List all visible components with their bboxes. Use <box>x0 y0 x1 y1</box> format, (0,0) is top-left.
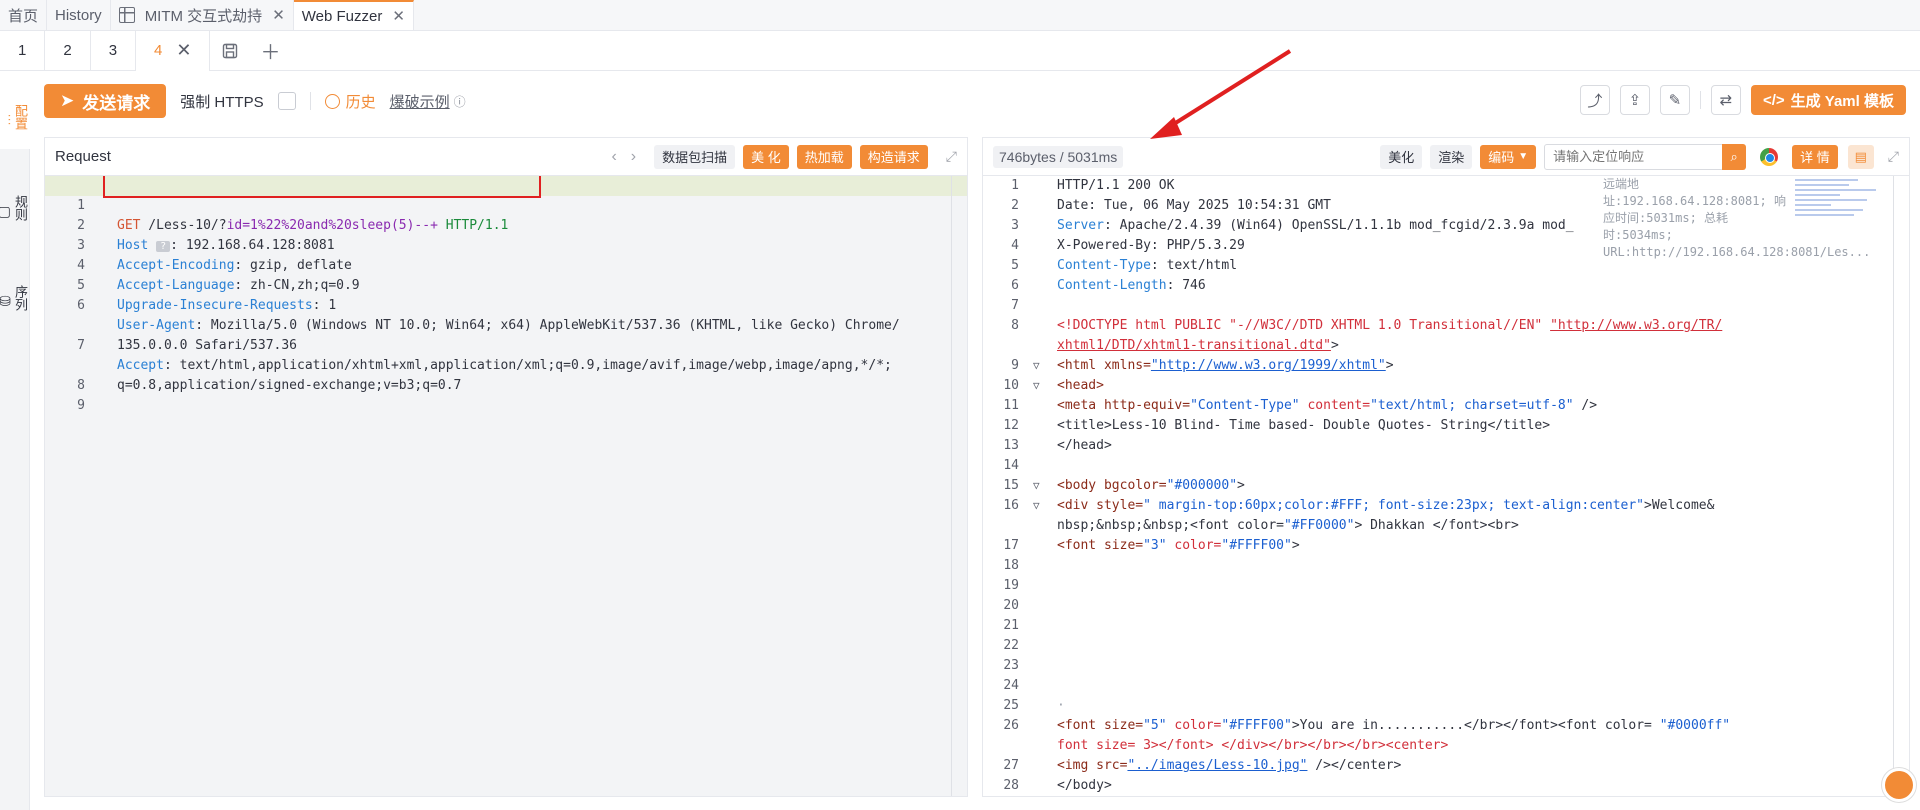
response-panel: 746bytes / 5031ms 美化 渲染 编码▼ ⌕ 详 情 ▤ ⤢ 12… <box>982 137 1910 797</box>
database-icon: ⛁ <box>0 292 11 309</box>
code-line: 5 Upgrade-Insecure-Requests: 1 <box>77 278 337 313</box>
tab-web-fuzzer[interactable]: Web Fuzzer ✕ <box>293 0 414 30</box>
response-stats: 746bytes / 5031ms <box>993 145 1124 168</box>
edit-icon[interactable]: ✎ <box>1659 85 1690 115</box>
beautify-button[interactable]: 美 化 <box>743 144 789 169</box>
packet-scan-button[interactable]: 数据包扫描 <box>654 144 736 169</box>
line-number: 21 <box>1003 618 1019 633</box>
scrollbar[interactable] <box>1893 176 1909 796</box>
chevron-left-icon[interactable]: ‹ <box>611 148 616 166</box>
mascot-icon[interactable] <box>1882 768 1916 802</box>
chrome-icon[interactable] <box>1760 147 1779 166</box>
request-editor[interactable]: 1 GET /Less-10/?id=1%22%20and%20sleep(5)… <box>45 176 967 796</box>
highlight-box <box>103 176 541 198</box>
close-icon[interactable]: ✕ <box>272 6 285 24</box>
scrollbar[interactable] <box>951 176 967 796</box>
sidebar-item-rules[interactable]: 规则 ▢ <box>0 163 30 243</box>
line-number: 19 <box>1003 578 1019 593</box>
side-panel: 配置 ⫶ 规则 ▢ 序列 ⛁ <box>0 71 30 810</box>
search-icon[interactable]: ⌕ <box>1722 143 1747 170</box>
help-icon[interactable]: ⓘ <box>454 93 466 110</box>
close-icon[interactable]: ✕ <box>176 40 191 61</box>
chevron-right-icon[interactable]: › <box>631 148 636 166</box>
response-editor[interactable]: 1 2 3 4 5 6 7 8 9 10 11 12 13 14 15 16 17 18 19 20 21 22 23 24 2… <box>983 176 1909 796</box>
tab-history[interactable]: History <box>47 0 111 30</box>
chevron-down-icon[interactable]: ▽ <box>1033 356 1040 376</box>
subtab-3[interactable]: 3 <box>91 30 137 71</box>
top-tab-bar: 首页 History MITM 交互式劫持 ✕ Web Fuzzer ✕ <box>0 0 1920 31</box>
fullscreen-icon[interactable]: ⤢ <box>946 148 957 165</box>
code-line: 7 Accept: text/html,application/xhtml+xm… <box>77 338 892 373</box>
brute-example-link[interactable]: 爆破示例 <box>390 91 450 112</box>
right-tools: ⤴ ⇪ ✎ ⇄ </> 生成 Yaml 模板 <box>1579 85 1906 115</box>
add-tab-icon[interactable]: ＋ <box>250 31 290 71</box>
line-number: 18 <box>1003 558 1019 573</box>
tab-home[interactable]: 首页 <box>0 0 48 30</box>
request-header: Request ‹ › 数据包扫描 美 化 热加载 构造请求 ⤢ <box>45 138 967 176</box>
subtab-1[interactable]: 1 <box>0 30 46 71</box>
save-icon[interactable] <box>210 31 250 71</box>
code-line: q=0.8,application/signed-exchange;v=b3;q… <box>117 378 462 393</box>
minimap[interactable] <box>1795 176 1885 256</box>
sub-tab-bar: 1 2 3 4 ✕ ＋ <box>0 30 1920 71</box>
comment-icon[interactable]: ▤ <box>1847 144 1874 169</box>
chevron-down-icon[interactable]: ▽ <box>1033 476 1040 496</box>
clipboard-icon: ▢ <box>0 202 11 219</box>
chevron-down-icon[interactable]: ▽ <box>1033 496 1040 516</box>
response-meta-hint: 远端地址:192.168.64.128:8081; 响应时间:5031ms; 总… <box>1603 177 1871 259</box>
hotload-button[interactable]: 热加载 <box>796 144 852 169</box>
line-number: 23 <box>1003 658 1019 673</box>
locate-response-input[interactable] <box>1544 143 1725 170</box>
code-line: 8 <box>77 378 85 393</box>
encode-dropdown[interactable]: 编码 ▼ <box>1480 144 1537 169</box>
send-icon: ➤ <box>60 91 75 110</box>
code-line: 9 <box>77 398 85 413</box>
generate-yaml-button[interactable]: </> 生成 Yaml 模板 <box>1750 85 1906 115</box>
fuzzer-toolbar: ➤ 发送请求 强制 HTTPS 历史 爆破示例 ⓘ <box>44 84 466 118</box>
clock-icon <box>324 93 340 109</box>
table-icon <box>118 7 135 23</box>
render-button[interactable]: 渲染 <box>1430 144 1473 169</box>
code-line: 4 Accept-Language: zh-CN,zh;q=0.9 <box>77 258 360 293</box>
force-https-label: 强制 HTTPS <box>180 93 264 111</box>
divider <box>1699 91 1701 109</box>
line-number: 22 <box>1003 638 1019 653</box>
line-number: 24 <box>1003 678 1019 693</box>
tab-mitm[interactable]: MITM 交互式劫持 ✕ <box>111 0 294 30</box>
code-line: 135.0.0.0 Safari/537.36 <box>117 338 298 353</box>
code-icon: </> <box>1762 91 1785 109</box>
share-icon[interactable]: ⤴ <box>1579 85 1610 115</box>
detail-button[interactable]: 详 情 <box>1792 144 1838 169</box>
subtab-2[interactable]: 2 <box>45 30 91 71</box>
line-number: 14 <box>1003 458 1019 473</box>
code-line: 3 Accept-Encoding: gzip, deflate <box>77 238 352 273</box>
fullscreen-icon[interactable]: ⤢ <box>1888 148 1899 165</box>
subtab-4[interactable]: 4 ✕ <box>136 30 211 71</box>
request-panel: Request ‹ › 数据包扫描 美 化 热加载 构造请求 ⤢ 1 GET /… <box>44 137 968 797</box>
response-header: 746bytes / 5031ms 美化 渲染 编码▼ ⌕ 详 情 ▤ ⤢ <box>983 138 1909 176</box>
close-icon[interactable]: ✕ <box>392 7 405 25</box>
beautify-button[interactable]: 美化 <box>1380 144 1423 169</box>
web-fuzzer-main: ➤ 发送请求 强制 HTTPS 历史 爆破示例 ⓘ ⤴ ⇪ ✎ ⇄ </> 生成… <box>30 49 1920 810</box>
chevron-down-icon[interactable]: ▽ <box>1033 376 1040 396</box>
export-icon[interactable]: ⇪ <box>1619 85 1650 115</box>
swap-icon[interactable]: ⇄ <box>1710 85 1741 115</box>
history-button[interactable]: 历史 <box>324 91 376 112</box>
build-request-button[interactable]: 构造请求 <box>859 144 928 169</box>
code-line: 6 User-Agent: Mozilla/5.0 (Windows NT 10… <box>77 298 900 333</box>
chevron-down-icon: ▼ <box>1518 151 1529 162</box>
sliders-icon: ⫶ <box>7 111 12 128</box>
force-https-checkbox[interactable] <box>277 92 296 110</box>
line-number: 7 <box>1011 298 1019 313</box>
divider <box>309 92 311 110</box>
sidebar-item-sequence[interactable]: 序列 ⛁ <box>0 253 30 333</box>
send-request-button[interactable]: ➤ 发送请求 <box>44 84 167 118</box>
annotation-arrow <box>1150 49 1292 139</box>
request-title: Request <box>55 148 111 165</box>
code-line: 2 Host ?: 192.168.64.128:8081 <box>77 218 335 253</box>
line-number: 20 <box>1003 598 1019 613</box>
sidebar-item-config[interactable]: 配置 ⫶ <box>0 71 30 149</box>
